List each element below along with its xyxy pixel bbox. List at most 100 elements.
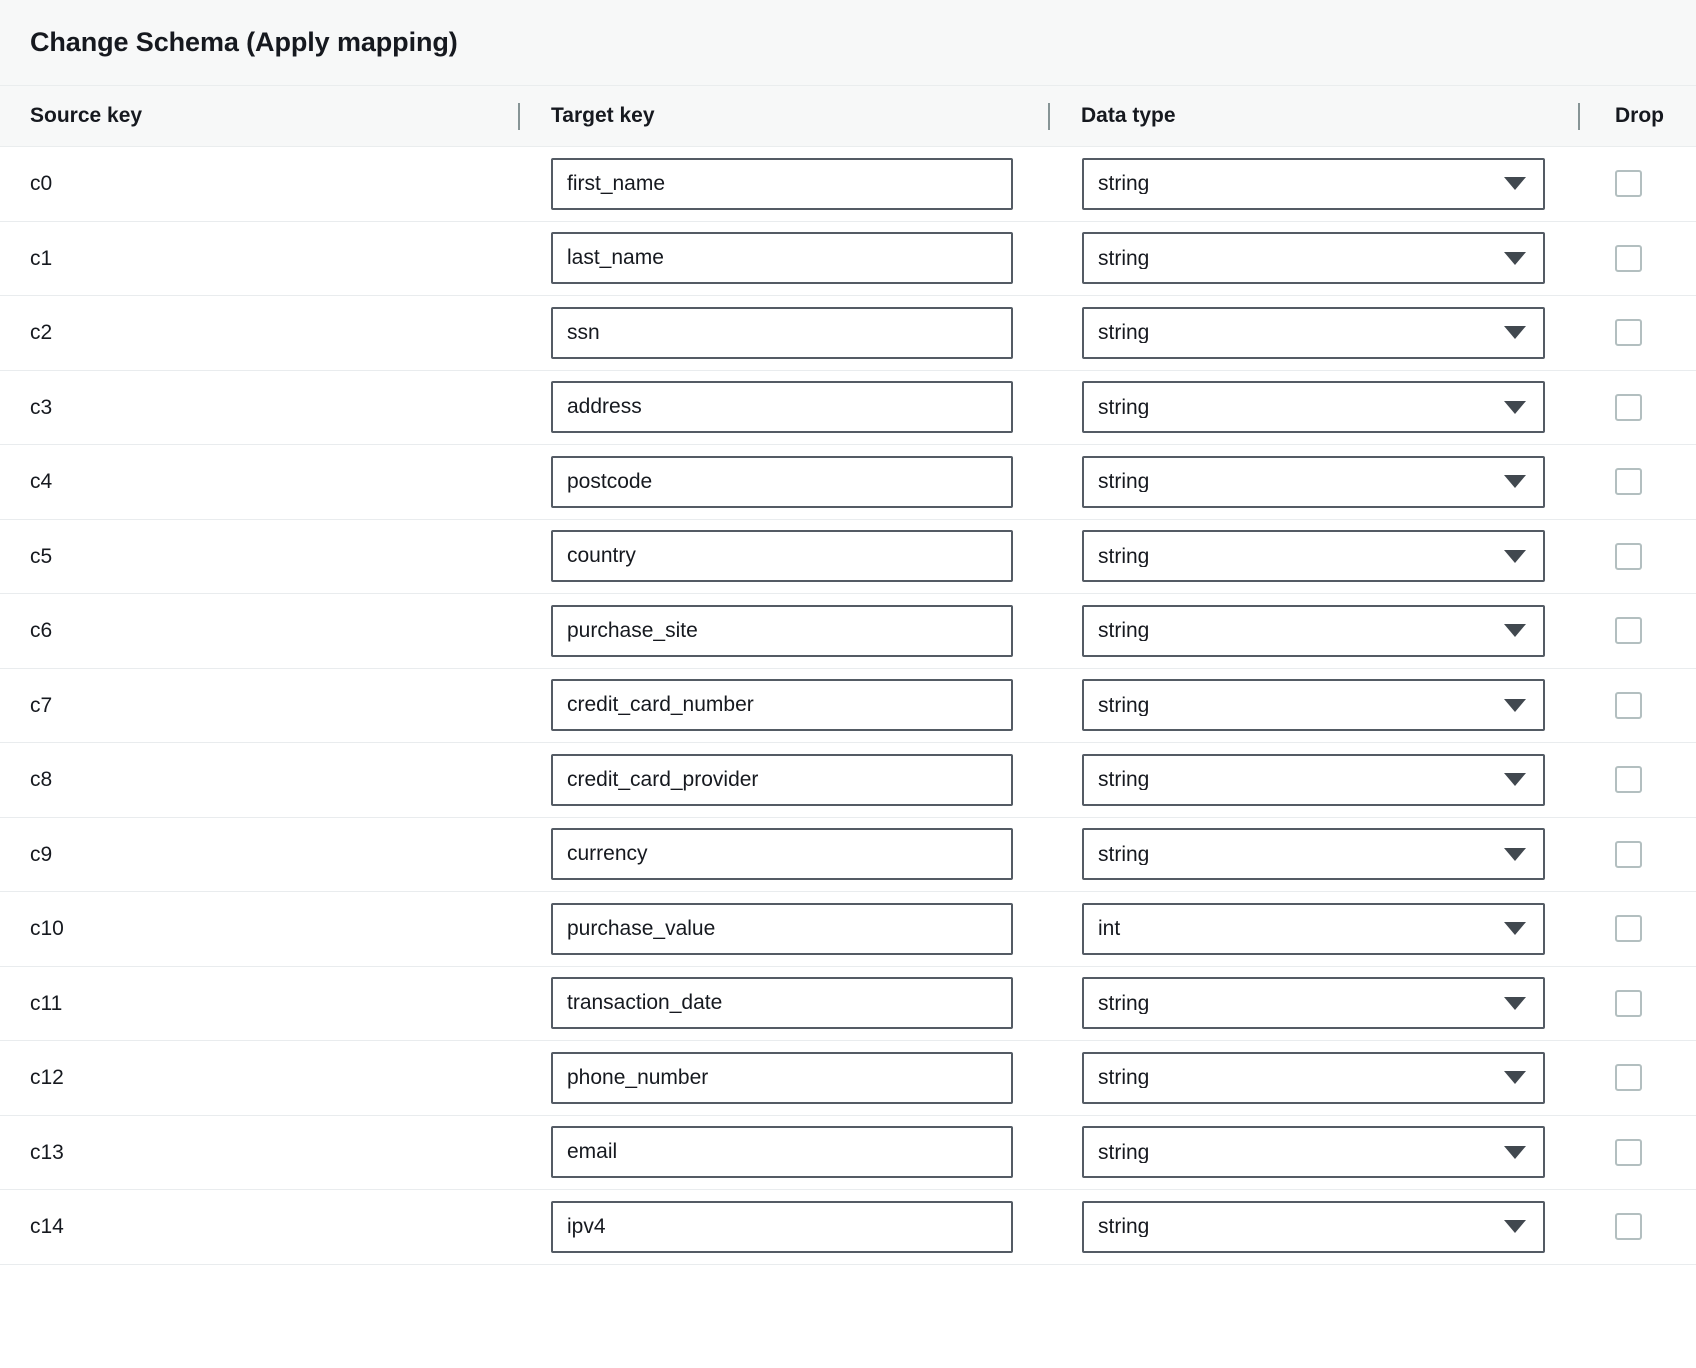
data-type-select[interactable]: string	[1082, 306, 1545, 359]
column-divider-icon	[1048, 103, 1050, 130]
data-type-value: string	[1098, 545, 1150, 567]
drop-checkbox[interactable]	[1615, 393, 1642, 421]
source-key-value: c12	[30, 1066, 64, 1090]
data-type-select[interactable]: string	[1082, 1200, 1545, 1253]
target-key-input[interactable]	[551, 455, 1013, 508]
source-key-value: c10	[30, 917, 64, 941]
chevron-down-icon	[1504, 549, 1526, 563]
drop-checkbox[interactable]	[1615, 1213, 1642, 1241]
chevron-down-icon	[1504, 326, 1526, 340]
cell-target-key	[518, 593, 1048, 669]
cell-source-key: c3	[0, 370, 518, 445]
page-title: Change Schema (Apply mapping)	[30, 27, 458, 57]
target-key-input[interactable]	[551, 381, 1013, 434]
table-row: c3 string	[0, 370, 1696, 445]
data-type-select[interactable]: string	[1082, 157, 1545, 210]
table-row: c5 string	[0, 519, 1696, 594]
column-header-data-type: Data type	[1048, 85, 1578, 147]
data-type-value: string	[1098, 247, 1150, 269]
data-type-value: string	[1098, 694, 1150, 716]
data-type-value: string	[1098, 620, 1150, 642]
drop-checkbox[interactable]	[1615, 1138, 1642, 1166]
source-key-value: c1	[30, 246, 53, 270]
table-row: c8 string	[0, 742, 1696, 818]
chevron-down-icon	[1504, 698, 1526, 712]
cell-data-type: string	[1048, 1115, 1578, 1190]
drop-checkbox[interactable]	[1615, 989, 1642, 1017]
drop-checkbox[interactable]	[1615, 840, 1642, 868]
cell-data-type: string	[1048, 668, 1578, 743]
cell-source-key: c7	[0, 668, 518, 743]
source-key-value: c3	[30, 395, 53, 419]
cell-target-key	[518, 295, 1048, 371]
cell-data-type: string	[1048, 444, 1578, 520]
drop-checkbox[interactable]	[1615, 766, 1642, 794]
drop-checkbox[interactable]	[1615, 319, 1642, 347]
cell-drop	[1578, 295, 1696, 371]
target-key-input[interactable]	[551, 1051, 1013, 1104]
data-type-select[interactable]: string	[1082, 604, 1545, 657]
target-key-input[interactable]	[551, 977, 1013, 1030]
chevron-down-icon	[1504, 1145, 1526, 1159]
data-type-select[interactable]: string	[1082, 381, 1545, 434]
target-key-input[interactable]	[551, 902, 1013, 955]
cell-data-type: string	[1048, 295, 1578, 371]
data-type-select[interactable]: string	[1082, 828, 1545, 881]
cell-drop	[1578, 1040, 1696, 1116]
drop-checkbox[interactable]	[1615, 542, 1642, 570]
data-type-select[interactable]: string	[1082, 232, 1545, 285]
cell-source-key: c14	[0, 1189, 518, 1265]
drop-checkbox[interactable]	[1615, 244, 1642, 272]
data-type-select[interactable]: string	[1082, 530, 1545, 583]
cell-target-key	[518, 1189, 1048, 1265]
data-type-select[interactable]: string	[1082, 753, 1545, 806]
cell-data-type: string	[1048, 370, 1578, 445]
drop-checkbox[interactable]	[1615, 468, 1642, 496]
data-type-select[interactable]: string	[1082, 455, 1545, 508]
target-key-input[interactable]	[551, 157, 1013, 210]
column-divider-icon	[1578, 103, 1580, 130]
target-key-input[interactable]	[551, 604, 1013, 657]
target-key-input[interactable]	[551, 679, 1013, 732]
data-type-select[interactable]: string	[1082, 679, 1545, 732]
cell-drop	[1578, 891, 1696, 967]
drop-checkbox[interactable]	[1615, 170, 1642, 198]
data-type-select[interactable]: string	[1082, 1126, 1545, 1179]
cell-drop	[1578, 370, 1696, 445]
cell-drop	[1578, 221, 1696, 296]
chevron-down-icon	[1504, 475, 1526, 489]
target-key-input[interactable]	[551, 1126, 1013, 1179]
table-row: c10 int	[0, 891, 1696, 967]
drop-checkbox[interactable]	[1615, 617, 1642, 645]
data-type-value: string	[1098, 992, 1150, 1014]
column-header-source-key: Source key	[0, 85, 518, 147]
table-header-row: Source key Target key Data type Drop	[0, 85, 1696, 147]
target-key-input[interactable]	[551, 828, 1013, 881]
cell-target-key	[518, 221, 1048, 296]
data-type-select[interactable]: int	[1082, 902, 1545, 955]
cell-drop	[1578, 444, 1696, 520]
source-key-value: c2	[30, 321, 53, 345]
data-type-value: string	[1098, 843, 1150, 865]
target-key-input[interactable]	[551, 306, 1013, 359]
chevron-down-icon	[1504, 847, 1526, 861]
chevron-down-icon	[1504, 1220, 1526, 1234]
target-key-input[interactable]	[551, 753, 1013, 806]
target-key-input[interactable]	[551, 1200, 1013, 1253]
source-key-value: c14	[30, 1215, 64, 1239]
drop-checkbox[interactable]	[1615, 915, 1642, 943]
target-key-input[interactable]	[551, 232, 1013, 285]
cell-target-key	[518, 817, 1048, 892]
table-row: c12 string	[0, 1040, 1696, 1116]
cell-data-type: string	[1048, 1189, 1578, 1265]
cell-target-key	[518, 668, 1048, 743]
chevron-down-icon	[1504, 177, 1526, 191]
data-type-select[interactable]: string	[1082, 1051, 1545, 1104]
drop-checkbox[interactable]	[1615, 691, 1642, 719]
drop-checkbox[interactable]	[1615, 1064, 1642, 1092]
data-type-value: string	[1098, 1216, 1150, 1238]
data-type-select[interactable]: string	[1082, 977, 1545, 1030]
target-key-input[interactable]	[551, 530, 1013, 583]
cell-drop	[1578, 742, 1696, 818]
source-key-value: c0	[30, 172, 53, 196]
